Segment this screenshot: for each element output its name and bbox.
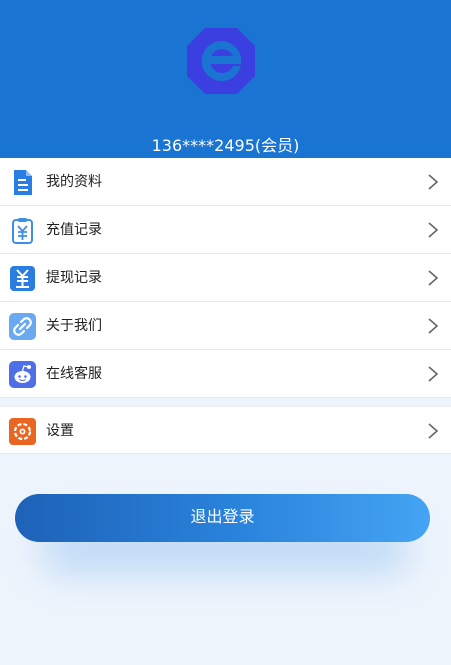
menu-item-label: 关于我们	[46, 318, 102, 334]
profile-header: 136****2495(会员)	[0, 0, 451, 158]
e-logo-icon	[187, 28, 255, 94]
link-icon	[9, 313, 36, 340]
menu-item-withdraw-records[interactable]: 提现记录	[0, 254, 451, 302]
chevron-right-icon	[428, 366, 439, 382]
chevron-right-icon	[428, 423, 439, 439]
user-phone-membership: 136****2495(会员)	[151, 136, 300, 155]
settings-menu: 设置	[0, 406, 451, 454]
menu-list: 我的资料 充值记录 提现记录 关于我们 在线客服	[0, 158, 451, 398]
menu-item-label: 充值记录	[46, 222, 102, 238]
chevron-right-icon	[428, 270, 439, 286]
settings-icon	[9, 418, 36, 445]
menu-item-label: 我的资料	[46, 174, 102, 190]
logout-button[interactable]: 退出登录	[15, 494, 430, 542]
document-icon	[14, 170, 32, 195]
withdraw-record-icon	[10, 266, 35, 291]
chevron-right-icon	[428, 222, 439, 238]
menu-item-online-service[interactable]: 在线客服	[0, 350, 451, 398]
chevron-right-icon	[428, 318, 439, 334]
recharge-clipboard-icon	[12, 218, 33, 244]
menu-item-about-us[interactable]: 关于我们	[0, 302, 451, 350]
menu-item-label: 设置	[46, 423, 74, 439]
chevron-right-icon	[428, 174, 439, 190]
menu-item-label: 提现记录	[46, 270, 102, 286]
menu-item-recharge-records[interactable]: 充值记录	[0, 206, 451, 254]
menu-item-label: 在线客服	[46, 366, 102, 382]
menu-item-my-profile[interactable]: 我的资料	[0, 158, 451, 206]
customer-service-icon	[9, 361, 36, 388]
menu-item-settings[interactable]: 设置	[0, 406, 451, 454]
